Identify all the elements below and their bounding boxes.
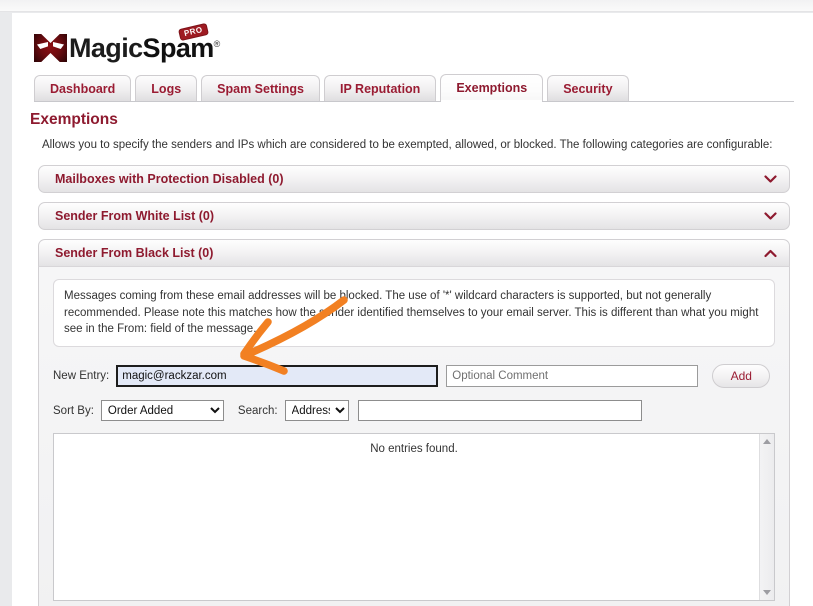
tab-label: IP Reputation [339,81,421,96]
black-list-entries-box: No entries found. [53,433,775,602]
tab-label: Exemptions [456,81,528,95]
page-description: Allows you to specify the senders and IP… [42,139,773,151]
magicspam-logo: MagicSpam® PRO [34,22,221,65]
magicspam-mask-icon [34,34,67,62]
black-list-panel-body: Messages coming from these email address… [38,267,790,606]
optional-comment-input[interactable] [446,365,699,388]
scroll-down-arrow-icon[interactable] [763,590,771,596]
logo-registered-mark: ® [213,38,221,49]
panel-title: Mailboxes with Protection Disabled (0) [55,172,284,186]
sort-and-search-row: Sort By: Order Added Search: Address [53,400,775,422]
chevron-down-icon[interactable] [764,174,777,184]
tab-label: Security [563,81,613,96]
logo-name-suffix: Spam [142,32,215,63]
black-list-description: Messages coming from these email address… [53,279,775,348]
panel-header-sender-from-black-list[interactable]: Sender From Black List (0) [38,239,790,267]
browser-top-strip [0,0,813,12]
main-tabbar: Dashboard Logs Spam Settings IP Reputati… [34,74,794,102]
tab-logs[interactable]: Logs [135,75,198,101]
new-entry-input[interactable] [116,365,439,388]
tab-dashboard[interactable]: Dashboard [34,75,132,101]
search-input[interactable] [357,400,642,422]
chevron-down-icon[interactable] [764,211,777,221]
panel-sender-from-white-list: Sender From White List (0) [38,202,790,230]
tab-label: Logs [151,81,182,96]
search-field-select[interactable]: Address [284,400,349,422]
sort-by-select[interactable]: Order Added [100,400,224,422]
empty-state-message: No entries found. [370,443,458,456]
tab-spam-settings[interactable]: Spam Settings [201,75,320,101]
panel-mailboxes-protection-disabled: Mailboxes with Protection Disabled (0) [38,165,790,193]
panel-header-mailboxes-protection-disabled[interactable]: Mailboxes with Protection Disabled (0) [38,165,790,193]
tab-label: Dashboard [50,81,116,96]
exemptions-accordion: Mailboxes with Protection Disabled (0) S… [38,165,790,606]
panel-header-sender-from-white-list[interactable]: Sender From White List (0) [38,202,790,230]
page-title: Exemptions [30,111,118,128]
page-canvas: MagicSpam® PRO Dashboard Logs Spam Setti… [12,13,813,606]
logo-wordmark: MagicSpam® PRO [69,22,221,63]
new-entry-label: New Entry: [53,370,110,383]
add-button[interactable]: Add [712,364,771,389]
entries-scrollbar[interactable] [759,434,774,601]
sort-by-label: Sort By: [53,404,94,417]
panel-title: Sender From Black List (0) [55,246,214,260]
tab-exemptions[interactable]: Exemptions [440,74,544,102]
chevron-up-icon[interactable] [764,249,777,258]
scroll-up-arrow-icon[interactable] [763,439,771,445]
new-entry-row: New Entry: Add [53,364,775,389]
tab-ip-reputation[interactable]: IP Reputation [323,75,437,101]
search-label: Search: [237,404,278,417]
tab-label: Spam Settings [217,81,304,96]
tab-security[interactable]: Security [547,75,629,101]
panel-sender-from-black-list: Sender From Black List (0) Messages comi… [38,239,790,606]
panel-title: Sender From White List (0) [55,209,215,223]
app-root: MagicSpam® PRO Dashboard Logs Spam Setti… [0,0,813,606]
logo-name-prefix: Magic [69,32,143,63]
